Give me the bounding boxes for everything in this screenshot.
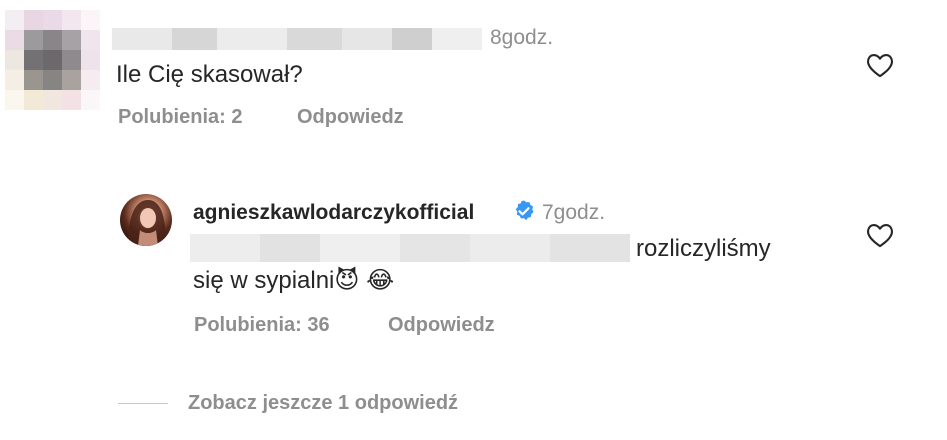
heart-icon[interactable] <box>866 52 894 78</box>
comment-likes[interactable]: Polubienia: 2 <box>118 106 242 129</box>
comment-text: Ile Cię skasował? <box>116 61 303 88</box>
reply-username[interactable]: agnieszkawlodarczykofficial <box>193 201 474 225</box>
laughing-emoji-icon: 😂 <box>366 267 395 294</box>
replies-divider <box>118 403 168 404</box>
verified-badge-icon <box>515 200 534 221</box>
reply-reply-button[interactable]: Odpowiedz <box>388 314 495 337</box>
comment-time: 8godz. <box>490 26 554 49</box>
reply-button[interactable]: Odpowiedz <box>297 106 404 129</box>
reply-likes[interactable]: Polubienia: 36 <box>194 314 330 337</box>
reply-text-line2: się w sypialni <box>193 267 335 294</box>
view-more-replies-button[interactable]: Zobacz jeszcze 1 odpowiedź <box>188 392 458 415</box>
commenter-username-blurred[interactable] <box>112 28 482 50</box>
reply-text-line1: rozliczyliśmy <box>636 235 771 262</box>
heart-icon[interactable] <box>866 222 894 248</box>
avatar-image <box>128 200 166 246</box>
devil-emoji-icon: 😈 <box>334 267 360 294</box>
avatar[interactable] <box>120 194 172 246</box>
reply-text-blurred <box>190 234 630 262</box>
reply-text-line2-wrap: się w sypialni😈 😂 <box>193 264 394 298</box>
commenter-avatar-blurred[interactable] <box>5 10 100 110</box>
reply-time: 7godz. <box>542 201 606 224</box>
